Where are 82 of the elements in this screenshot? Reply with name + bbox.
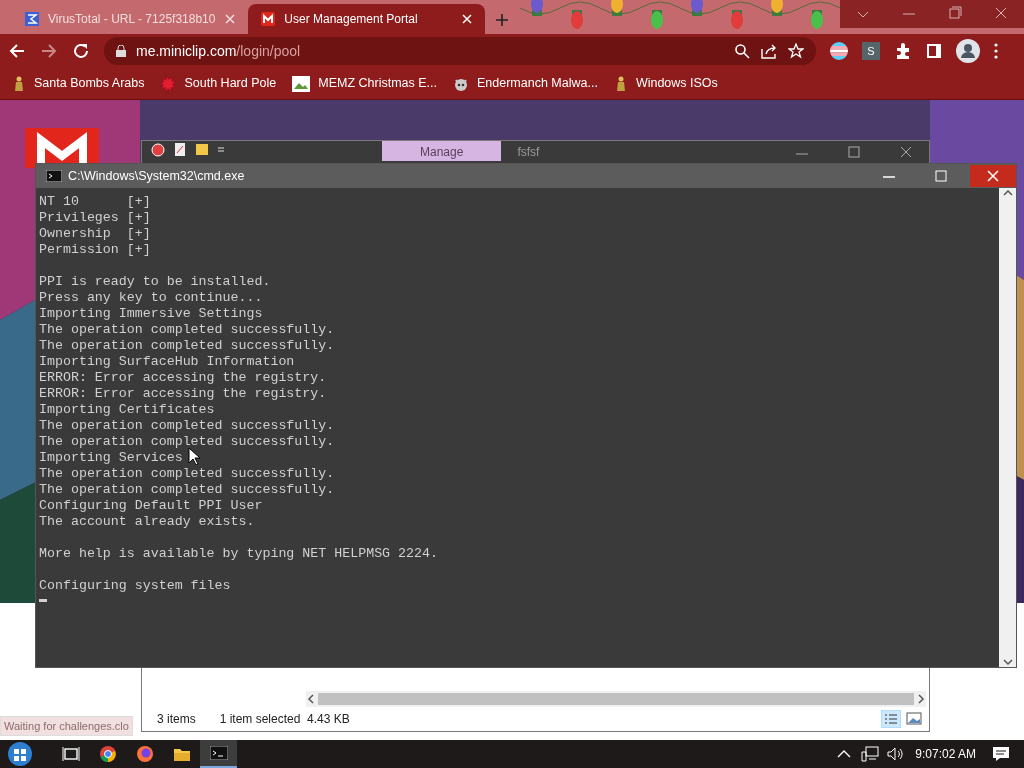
- back-icon[interactable]: [8, 42, 26, 60]
- extension-icon[interactable]: S: [862, 42, 880, 60]
- sigma-icon: [24, 11, 40, 27]
- bookmark-link[interactable]: Santa Bombs Arabs: [12, 74, 145, 93]
- console-line: The operation completed successfully.: [39, 482, 335, 498]
- notification-icon[interactable]: [992, 746, 1010, 762]
- status-text: 3 items: [157, 711, 196, 728]
- console-line: Press any key to continue...: [39, 290, 263, 306]
- scroll-right-icon[interactable]: [916, 694, 926, 704]
- firefox-icon[interactable]: [135, 745, 154, 763]
- properties-icon[interactable]: [172, 141, 188, 157]
- status-text: 1 item selected 4.43 KB: [219, 711, 350, 728]
- network-icon[interactable]: [861, 746, 880, 762]
- share-icon[interactable]: [760, 43, 778, 59]
- browser-tab[interactable]: User Management Portal: [248, 4, 485, 34]
- menu-icon[interactable]: [994, 43, 998, 59]
- console-icon: [46, 170, 62, 182]
- reload-icon[interactable]: [72, 42, 90, 60]
- image-icon: [292, 75, 311, 92]
- console-line: Privileges [+]: [39, 210, 151, 226]
- console-line: The operation completed successfully.: [39, 338, 335, 354]
- chevron-up-icon[interactable]: [837, 749, 852, 759]
- new-tab-icon[interactable]: [495, 13, 510, 27]
- console-line: The operation completed successfully.: [39, 466, 335, 482]
- console-line: NT 10 [+]: [39, 194, 151, 210]
- console-line: Importing SurfaceHub Information: [39, 354, 295, 370]
- clock-text[interactable]: 9:07:02 AM: [905, 745, 986, 763]
- console-line: Configuring Default PPI User: [39, 498, 263, 514]
- puzzle-icon[interactable]: [894, 42, 912, 60]
- console-line: The operation completed successfully.: [39, 434, 335, 450]
- folder-icon[interactable]: [172, 746, 191, 762]
- status-text: Waiting for challenges.clo: [0, 715, 133, 736]
- folder-icon[interactable]: [194, 141, 210, 157]
- console-line: The account already exists.: [39, 514, 255, 530]
- console-line: The operation completed successfully.: [39, 418, 335, 434]
- scroll-left-icon[interactable]: [306, 694, 316, 704]
- bookmark-link[interactable]: Endermanch Malwa...: [453, 74, 598, 93]
- horizontal-scrollbar[interactable]: [306, 691, 926, 707]
- console-line: Importing Immersive Settings: [39, 306, 263, 322]
- console-line: Ownership [+]: [39, 226, 151, 242]
- tab-title: User Management Portal: [284, 11, 419, 28]
- console-line: Importing Certificates: [39, 402, 215, 418]
- chrome-icon[interactable]: [98, 745, 117, 763]
- forward-icon: [40, 42, 58, 60]
- mouse-pointer-icon: [188, 447, 200, 465]
- console-line: The operation completed successfully.: [39, 322, 335, 338]
- side-panel-icon[interactable]: [926, 43, 942, 59]
- flag-icon[interactable]: [830, 42, 848, 60]
- details-view-icon[interactable]: [881, 710, 901, 728]
- address-bar[interactable]: me.miniclip.com/login/pool: [104, 37, 816, 65]
- bookmark-link[interactable]: Windows ISOs: [613, 74, 718, 93]
- console-line: ERROR: Error accessing the registry.: [39, 370, 327, 386]
- console-line: Importing Services: [39, 450, 183, 466]
- url-text: me.miniclip.com/login/pool: [136, 41, 302, 61]
- search-icon[interactable]: [734, 43, 750, 59]
- logo-icon: [260, 11, 277, 27]
- scroll-down-icon[interactable]: [1002, 657, 1013, 667]
- console-line: PPI is ready to be installed.: [39, 274, 271, 290]
- tab-title: VirusTotal - URL - 7125f318b10: [48, 11, 217, 28]
- figure-icon: [12, 75, 26, 92]
- console-icon[interactable]: [209, 746, 228, 760]
- scroll-up-icon[interactable]: [1002, 188, 1013, 198]
- app-icon: [150, 141, 166, 157]
- console-line: More help is available by typing NET HELPMSG 2224.: [39, 546, 438, 562]
- bookmark-link[interactable]: MEMZ Christmas E...: [292, 74, 437, 93]
- task-view-icon[interactable]: [61, 746, 80, 762]
- volume-icon[interactable]: [887, 746, 906, 762]
- logo-icon: [25, 128, 99, 168]
- star-icon[interactable]: [788, 43, 804, 59]
- ribbon-tab[interactable]: Manage: [382, 141, 502, 161]
- window-title: fsfsf: [516, 144, 541, 161]
- vertical-scrollbar[interactable]: [999, 188, 1016, 667]
- window-title: C:\Windows\System32\cmd.exe: [68, 167, 246, 185]
- console-line: Configuring system files: [39, 578, 231, 594]
- lock-icon: [116, 45, 126, 57]
- profile-avatar-icon[interactable]: [956, 39, 980, 63]
- thumbnail-view-icon[interactable]: [905, 710, 923, 728]
- console-line: ERROR: Error accessing the registry.: [39, 386, 327, 402]
- bookmark-link[interactable]: South Hard Pole: [160, 74, 277, 93]
- text-cursor: [39, 599, 47, 602]
- flower-icon: [160, 75, 177, 92]
- console-line: Permission [+]: [39, 242, 151, 258]
